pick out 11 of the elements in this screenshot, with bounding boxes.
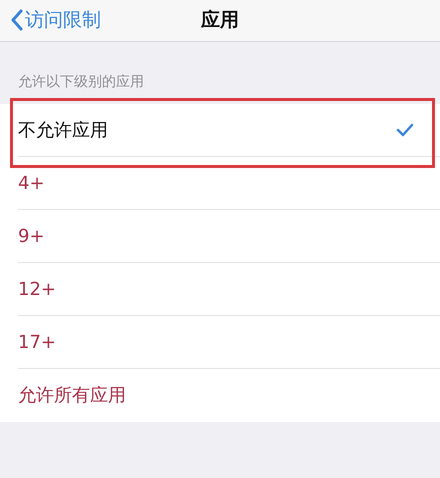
- option-label: 4+: [18, 172, 45, 196]
- back-button[interactable]: 访问限制: [6, 4, 105, 36]
- option-label: 12+: [18, 278, 56, 302]
- back-icon: [10, 9, 23, 31]
- screen-title: 应用: [201, 8, 239, 33]
- checkmark-icon: [396, 123, 414, 137]
- option-label: 允许所有应用: [18, 384, 126, 408]
- section-header: 允许以下级别的应用: [18, 73, 144, 92]
- option-label: 不允许应用: [18, 118, 108, 142]
- option-label: 9+: [18, 224, 45, 248]
- option-label: 17+: [18, 330, 56, 354]
